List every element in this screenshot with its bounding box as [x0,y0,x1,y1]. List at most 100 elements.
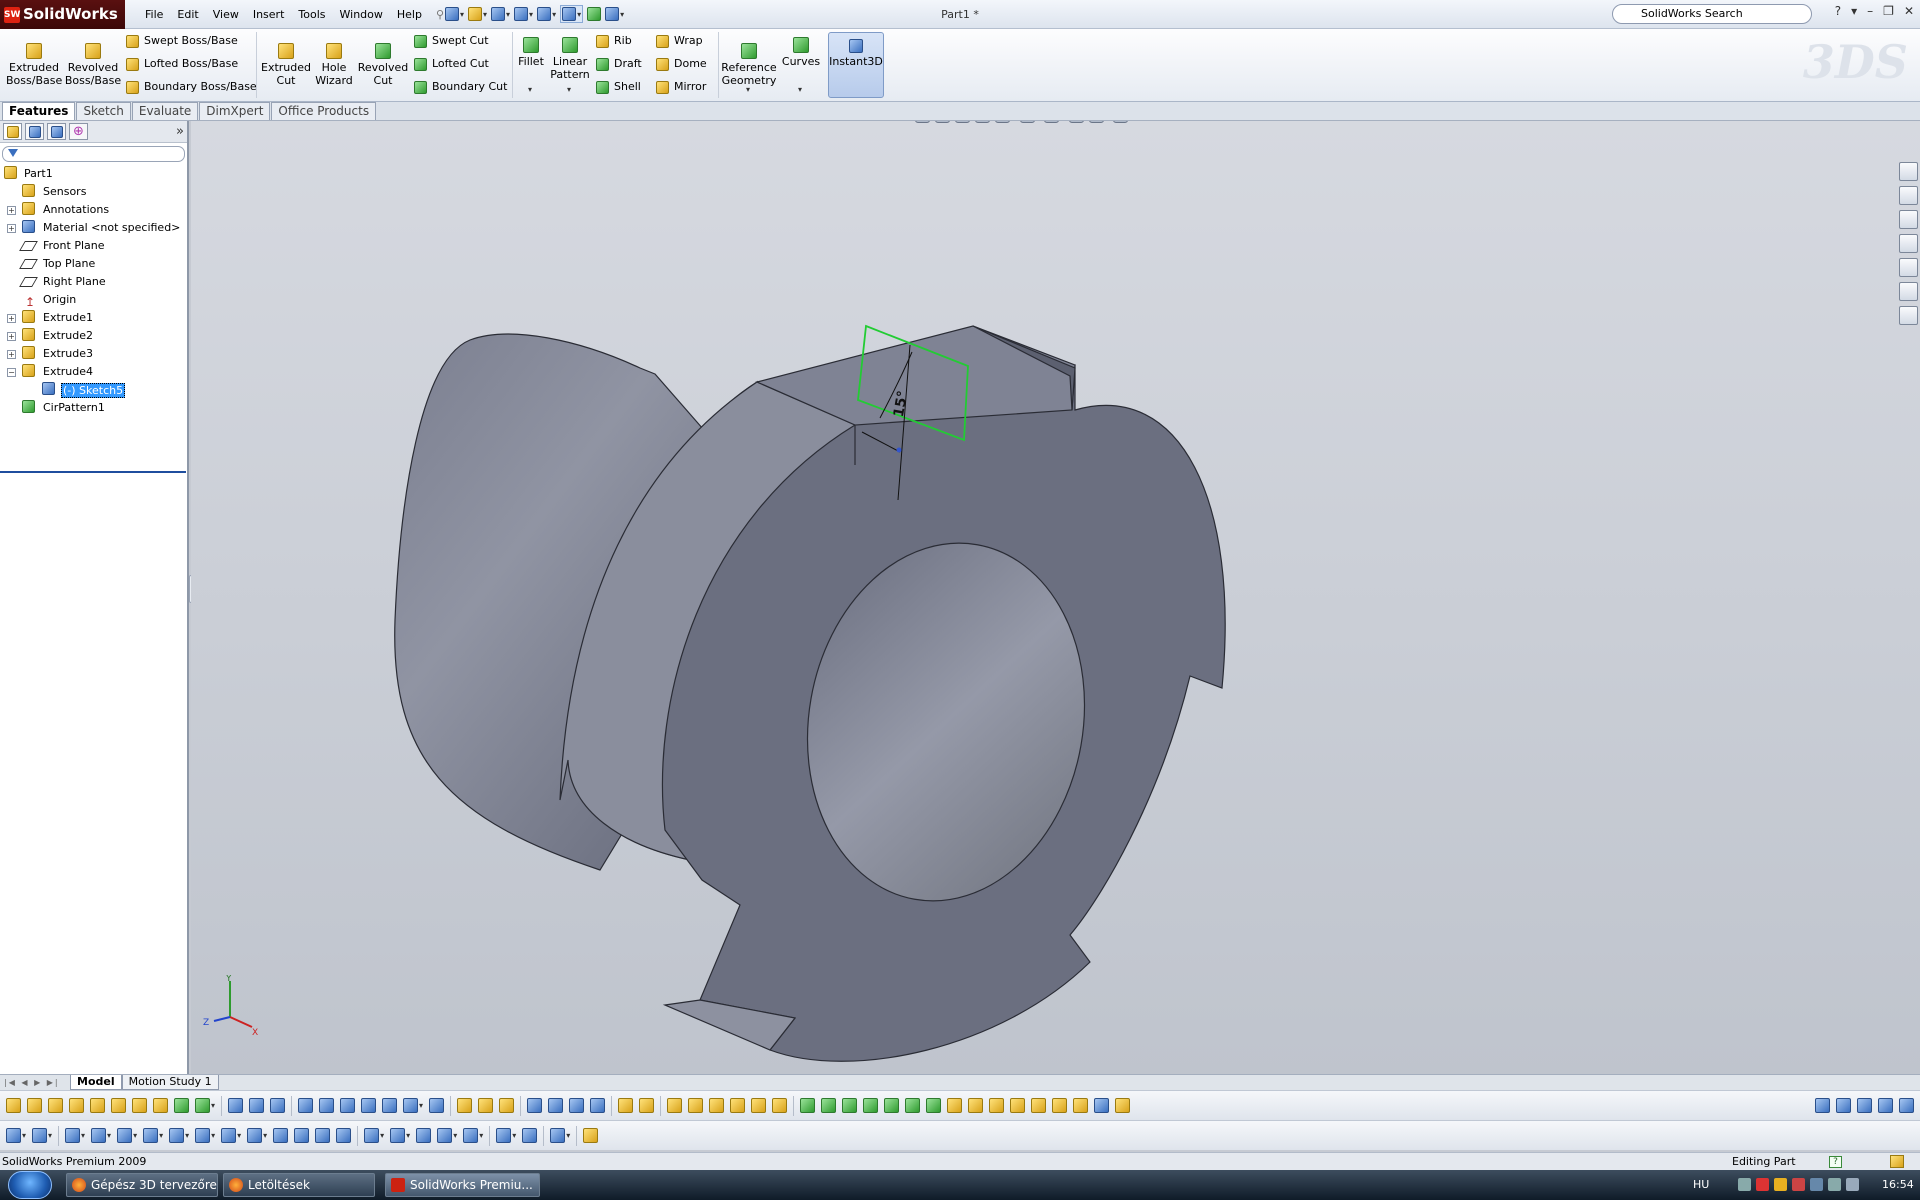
revolved-boss-icon[interactable] [27,1098,42,1113]
tree-item-cirpattern1[interactable]: CirPattern1 [0,399,187,417]
arc-icon[interactable] [169,1128,185,1143]
move-face-icon[interactable] [618,1098,634,1113]
coordinate-system-icon[interactable] [709,1098,725,1113]
reference-geometry-dropdown[interactable]: ▾ [746,85,750,94]
move-entities-icon[interactable] [463,1128,479,1143]
quick-tips-icon[interactable] [1890,1155,1904,1168]
tree-item-sketch5[interactable]: (-) Sketch5 [0,381,187,399]
tree-item-right-plane[interactable]: Right Plane [0,273,187,291]
sketch-settings-icon[interactable] [1836,1098,1851,1113]
tray-app-icon[interactable] [1774,1178,1787,1191]
configuration-manager-tab[interactable] [47,123,66,140]
axis-icon[interactable] [688,1098,704,1113]
wrap-icon[interactable] [863,1098,879,1113]
tab-motion-study-1[interactable]: Motion Study 1 [121,1075,219,1090]
help-dropdown-icon[interactable]: ▾ [1851,4,1857,18]
language-indicator[interactable]: HU [1693,1170,1709,1200]
boundary-cut-button[interactable]: Boundary Cut [414,79,507,95]
extruded-cut-button[interactable]: Extruded Cut [258,39,314,87]
composite-curve-icon[interactable] [382,1098,398,1113]
circular-pattern-icon[interactable] [926,1098,942,1113]
circle-icon[interactable] [143,1128,159,1143]
layers-icon[interactable] [1857,1098,1872,1113]
dome-icon[interactable] [884,1098,900,1113]
taskbar-firefox-1[interactable]: Gépész 3D tervezőre... [66,1173,218,1197]
tree-item-top-plane[interactable]: Top Plane [0,255,187,273]
start-button[interactable] [8,1171,52,1199]
custom-properties-icon[interactable] [1899,306,1918,325]
extruded-boss-button[interactable]: Extruded Boss/Base [6,39,62,87]
instant3d-button[interactable]: Instant3D [828,32,884,98]
chamfer-icon[interactable] [174,1098,189,1113]
linear-pattern-button[interactable]: Linear Pattern [548,33,592,81]
lofted-boss-icon[interactable] [69,1098,84,1113]
offset-entities-icon[interactable] [416,1128,432,1143]
previous-view-icon[interactable] [955,121,970,123]
hide-show-items-icon[interactable] [1044,121,1060,123]
tray-app-icon[interactable] [1828,1178,1841,1191]
tree-item-extrude3[interactable]: + Extrude3 [0,345,187,363]
tree-item-extrude4[interactable]: − Extrude4 [0,363,187,381]
mold-tools-icon[interactable] [228,1098,244,1113]
tab-model[interactable]: Model [70,1075,122,1090]
indent-icon[interactable] [1073,1098,1089,1113]
tray-app-icon[interactable] [1810,1178,1823,1191]
intersect-icon[interactable] [968,1098,984,1113]
display-style-icon[interactable] [1019,121,1035,123]
linear-pattern-dropdown[interactable]: ▾ [567,85,571,94]
collapse-icon[interactable]: − [7,368,16,377]
delete-face-icon[interactable] [639,1098,655,1113]
volume-icon[interactable] [1846,1178,1859,1191]
rollback-bar[interactable] [0,471,186,473]
smart-dimension-icon[interactable] [32,1128,48,1143]
lofted-cut-button[interactable]: Lofted Cut [414,56,489,72]
split-icon[interactable] [989,1098,1005,1113]
rib-button[interactable]: Rib [596,33,632,49]
dome-button[interactable]: Dome [656,56,707,72]
tab-scroll-arrows[interactable]: |◀ ◀ ▶ ▶| [0,1078,70,1087]
repair-sketch-icon[interactable] [522,1128,538,1143]
expand-icon[interactable]: + [7,206,16,215]
grid-icon[interactable] [1878,1098,1893,1113]
swept-boss-button[interactable]: Swept Boss/Base [126,33,238,49]
draft-icon[interactable] [821,1098,837,1113]
curves-button[interactable]: Curves [780,33,822,68]
helix-icon[interactable] [361,1098,377,1113]
mirror-icon[interactable] [905,1098,921,1113]
extruded-cut-icon[interactable] [111,1098,126,1113]
viewport-minimize-button[interactable]: – [1861,121,1867,124]
search-results-icon[interactable] [1899,234,1918,253]
fillet-icon[interactable] [153,1098,168,1113]
hole-wizard-button[interactable]: Hole Wizard [312,39,356,87]
weldment-icon[interactable] [270,1098,286,1113]
tree-item-annotations[interactable]: + Annotations [0,201,187,219]
expand-icon[interactable]: + [7,350,16,359]
fillet-dropdown[interactable]: ▾ [528,85,532,94]
curve-icon[interactable] [298,1098,314,1113]
edit-appearance-icon[interactable] [1068,121,1084,123]
reference-geometry-button[interactable]: Reference Geometry [720,39,778,87]
help-icon[interactable]: ? [1835,4,1841,18]
polygon-icon[interactable] [273,1128,289,1143]
relations-icon[interactable] [548,1098,564,1113]
zoom-to-area-icon[interactable] [935,121,950,123]
shell-button[interactable]: Shell [596,79,641,95]
tree-item-extrude1[interactable]: + Extrude1 [0,309,187,327]
base-flange-icon[interactable] [478,1098,494,1113]
revolved-cut-button[interactable]: Revolved Cut [356,39,410,87]
fillet-button[interactable]: Fillet [516,33,546,68]
hole-wizard-icon[interactable] [132,1098,147,1113]
viewport-close-button[interactable]: ✕ [1902,121,1912,124]
projected-curve-icon[interactable] [340,1098,356,1113]
restore-button[interactable]: ❐ [1883,4,1894,18]
tab-evaluate[interactable]: Evaluate [131,102,199,120]
search-input[interactable]: SolidWorks Search [1612,4,1812,24]
tree-item-origin[interactable]: ↥ Origin [0,291,187,309]
close-button[interactable]: ✕ [1904,4,1914,18]
dimension-icon[interactable] [527,1098,543,1113]
extruded-boss-icon[interactable] [6,1098,21,1113]
edge-flange-icon[interactable] [499,1098,515,1113]
freeform-icon[interactable] [772,1098,788,1113]
rapid-sketch-icon[interactable] [583,1128,599,1143]
expand-panel-icon[interactable]: » [176,123,184,140]
